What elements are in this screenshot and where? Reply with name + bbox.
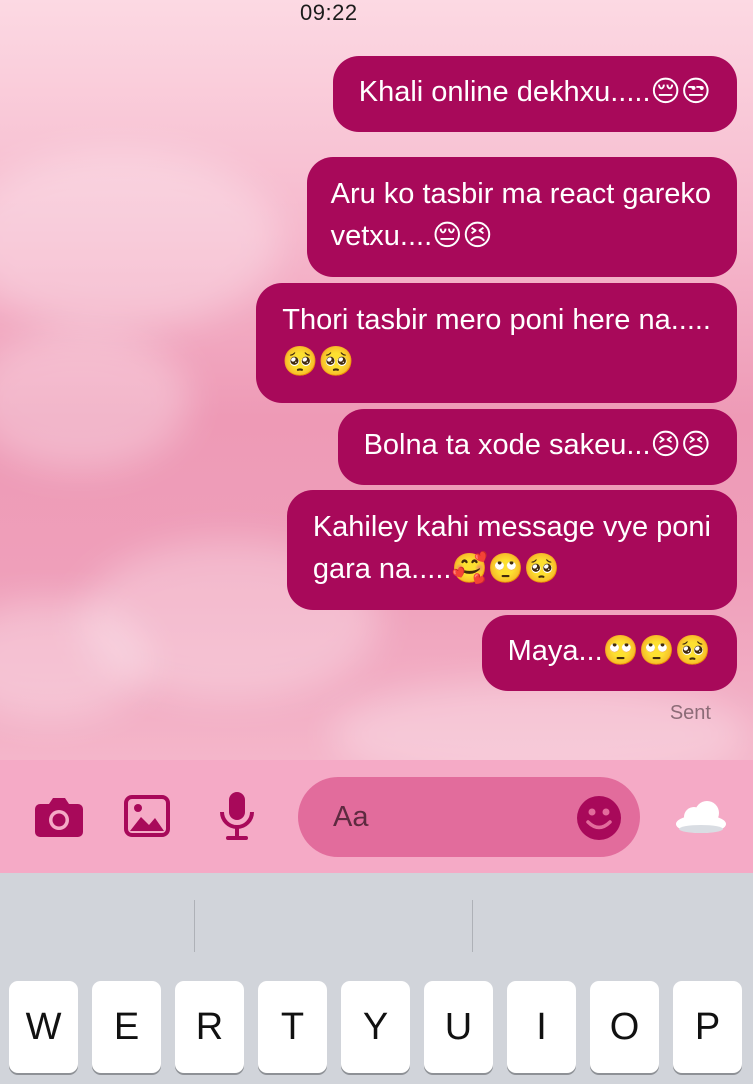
key-w[interactable]: W bbox=[9, 981, 78, 1073]
key-i[interactable]: I bbox=[507, 981, 576, 1073]
suggestion-divider bbox=[194, 900, 195, 952]
message-text: Kahiley kahi message vye poni bbox=[312, 511, 711, 543]
message-input-placeholder: Aa bbox=[333, 801, 369, 833]
camera-icon[interactable] bbox=[34, 796, 84, 843]
message-text: gara na.....🥰🙄🥺 bbox=[312, 553, 560, 585]
message-text: Aru ko tasbir ma react gareko bbox=[330, 178, 711, 210]
message-bubble[interactable]: Kahiley kahi message vye poni gara na...… bbox=[286, 490, 737, 610]
message-text: Thori tasbir mero poni here na..... bbox=[282, 304, 711, 336]
message-bubble[interactable]: Aru ko tasbir ma react gareko vetxu....😔… bbox=[306, 157, 737, 277]
message-text: Maya...🙄🙄🥺 bbox=[507, 635, 711, 667]
key-t[interactable]: T bbox=[258, 981, 327, 1073]
key-r[interactable]: R bbox=[175, 981, 244, 1073]
message-bubble[interactable]: Maya...🙄🙄🥺 bbox=[481, 615, 737, 691]
photo-icon[interactable] bbox=[124, 795, 170, 842]
message-bubble[interactable]: Bolna ta xode sakeu...😣😣 bbox=[337, 409, 737, 485]
key-p[interactable]: P bbox=[673, 981, 742, 1073]
message-input[interactable]: Aa bbox=[298, 777, 640, 857]
suggestion-divider bbox=[472, 900, 473, 952]
message-bubble[interactable]: Thori tasbir mero poni here na..... 🥺🥺 bbox=[256, 283, 737, 403]
key-u[interactable]: U bbox=[424, 981, 493, 1073]
message-bubble[interactable]: Khali online dekhxu.....😔😒 bbox=[332, 56, 737, 132]
key-o[interactable]: O bbox=[590, 981, 659, 1073]
smiley-icon[interactable] bbox=[576, 795, 622, 846]
message-text: 🥺🥺 bbox=[282, 346, 355, 378]
message-text: vetxu....😔😣 bbox=[330, 220, 493, 252]
sent-status-label: Sent bbox=[669, 702, 711, 724]
message-text: Khali online dekhxu.....😔😒 bbox=[358, 76, 711, 108]
message-text: Bolna ta xode sakeu...😣😣 bbox=[363, 429, 711, 461]
key-e[interactable]: E bbox=[92, 981, 161, 1073]
keyboard: W E R T Y U I O P bbox=[0, 873, 753, 1084]
status-bar-time: 09:22 bbox=[300, 0, 358, 25]
key-y[interactable]: Y bbox=[341, 981, 410, 1073]
cloud-icon[interactable] bbox=[674, 800, 728, 839]
microphone-icon[interactable] bbox=[218, 790, 256, 847]
